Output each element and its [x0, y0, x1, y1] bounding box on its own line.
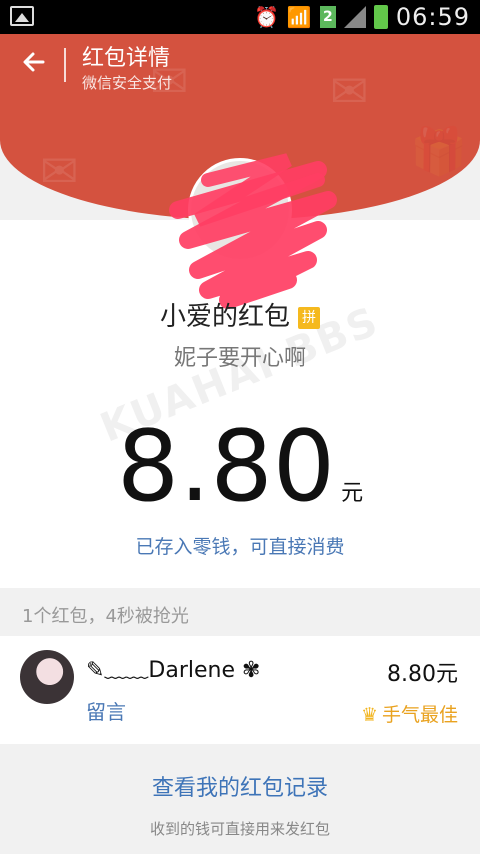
amount-row: 8.80 元: [0, 410, 480, 524]
receiver-avatar[interactable]: [20, 650, 74, 704]
best-luck-badge: ♛ 手气最佳: [361, 700, 458, 727]
crown-icon: ♛: [360, 704, 378, 726]
amount-unit: 元: [341, 481, 364, 506]
amount-value: 8.80: [116, 410, 336, 524]
list-item[interactable]: ✎﹏﹏Darlene ✾ 留言 8.80元 ♛ 手气最佳: [0, 636, 480, 744]
packet-card: KUAHAI BBS 小爱的红包拼 妮子要开心啊 8.80 元 已存入零钱，可直接…: [0, 0, 480, 588]
greeting-message: 妮子要开心啊: [173, 346, 306, 371]
footer-note: 收到的钱可直接用来发红包: [149, 820, 330, 838]
sender-name: 小爱的红包: [159, 302, 290, 332]
packet-summary: 1个红包，4秒被抢光: [22, 606, 189, 627]
receiver-amount: 8.80元: [387, 662, 458, 687]
view-records-link[interactable]: 查看我的红包记录: [0, 770, 480, 802]
deposit-status-link[interactable]: 已存入零钱，可直接消费: [0, 532, 480, 559]
best-luck-label: 手气最佳: [381, 704, 458, 726]
redaction-scribble: [169, 153, 337, 309]
receiver-name: ✎﹏﹏Darlene ✾: [86, 658, 261, 683]
sender-row: 小爱的红包拼: [0, 296, 480, 333]
leave-message-link[interactable]: 留言: [86, 696, 126, 725]
pin-badge: 拼: [298, 306, 320, 329]
